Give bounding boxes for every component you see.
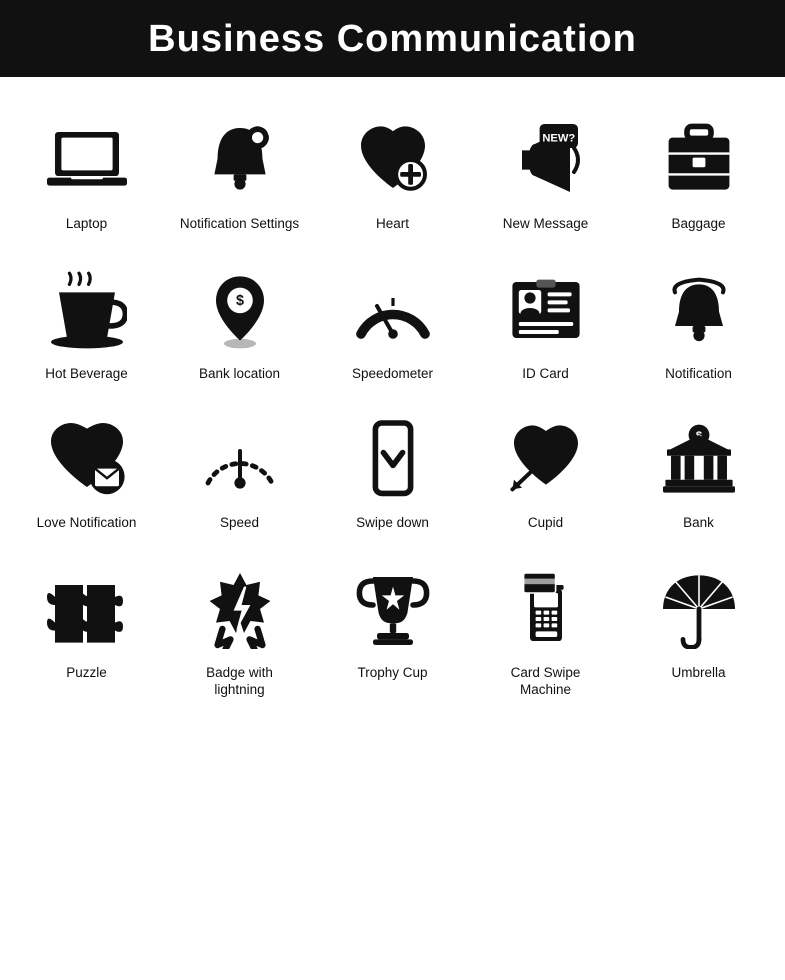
card-swipe-machine-icon [501,564,591,654]
id-card-label: ID Card [522,365,569,383]
new-message-icon: NEW? [501,115,591,205]
icon-cell-speedometer: Speedometer [316,247,469,397]
speedometer-icon [348,265,438,355]
notification-settings-label: Notification Settings [180,215,299,233]
love-notification-icon [42,414,132,504]
icon-cell-badge-with-lightning: Badge with lightning [163,546,316,713]
svg-text:$: $ [235,293,243,309]
laptop-icon [42,115,132,205]
svg-text:NEW?: NEW? [542,133,575,145]
badge-with-lightning-icon [195,564,285,654]
speed-icon [195,414,285,504]
icon-cell-laptop: Laptop [10,97,163,247]
bank-icon: $ [654,414,744,504]
notification-settings-icon [195,115,285,205]
page-title: Business Communication [0,18,785,61]
trophy-cup-label: Trophy Cup [357,664,427,682]
cupid-label: Cupid [528,514,563,532]
new-message-label: New Message [503,215,589,233]
umbrella-label: Umbrella [671,664,725,682]
badge-with-lightning-label: Badge with lightning [206,664,273,699]
hot-beverage-label: Hot Beverage [45,365,128,383]
icon-cell-bank: $ Bank [622,396,775,546]
icon-cell-card-swipe-machine: Card Swipe Machine [469,546,622,713]
icon-cell-love-notification: Love Notification [10,396,163,546]
icon-cell-bank-location: $ Bank location [163,247,316,397]
icon-cell-heart: Heart [316,97,469,247]
page-header: Business Communication [0,0,785,77]
heart-label: Heart [376,215,409,233]
icon-cell-notification-settings: Notification Settings [163,97,316,247]
icon-cell-new-message: NEW? New Message [469,97,622,247]
icon-cell-baggage: Baggage [622,97,775,247]
icon-grid: Laptop Notification Setting [0,87,785,723]
puzzle-icon [42,564,132,654]
icon-cell-trophy-cup: Trophy Cup [316,546,469,713]
hot-beverage-icon [42,265,132,355]
notification-icon [654,265,744,355]
icon-cell-id-card: ID Card [469,247,622,397]
icon-cell-swipe-down: Swipe down [316,396,469,546]
love-notification-label: Love Notification [37,514,137,532]
card-swipe-machine-label: Card Swipe Machine [511,664,581,699]
icon-cell-hot-beverage: Hot Beverage [10,247,163,397]
swipe-down-label: Swipe down [356,514,429,532]
heart-icon [348,115,438,205]
id-card-icon [501,265,591,355]
icon-cell-umbrella: Umbrella [622,546,775,713]
bank-location-label: Bank location [199,365,280,383]
umbrella-icon [654,564,744,654]
baggage-icon [654,115,744,205]
bank-label: Bank [683,514,714,532]
cupid-icon [501,414,591,504]
laptop-label: Laptop [66,215,107,233]
notification-label: Notification [665,365,732,383]
baggage-label: Baggage [671,215,725,233]
icon-cell-puzzle: Puzzle [10,546,163,713]
icon-cell-speed: Speed [163,396,316,546]
trophy-cup-icon [348,564,438,654]
speed-label: Speed [220,514,259,532]
icon-cell-notification: Notification [622,247,775,397]
puzzle-label: Puzzle [66,664,107,682]
speedometer-label: Speedometer [352,365,433,383]
bank-location-icon: $ [195,265,285,355]
icon-cell-cupid: Cupid [469,396,622,546]
swipe-down-icon [348,414,438,504]
